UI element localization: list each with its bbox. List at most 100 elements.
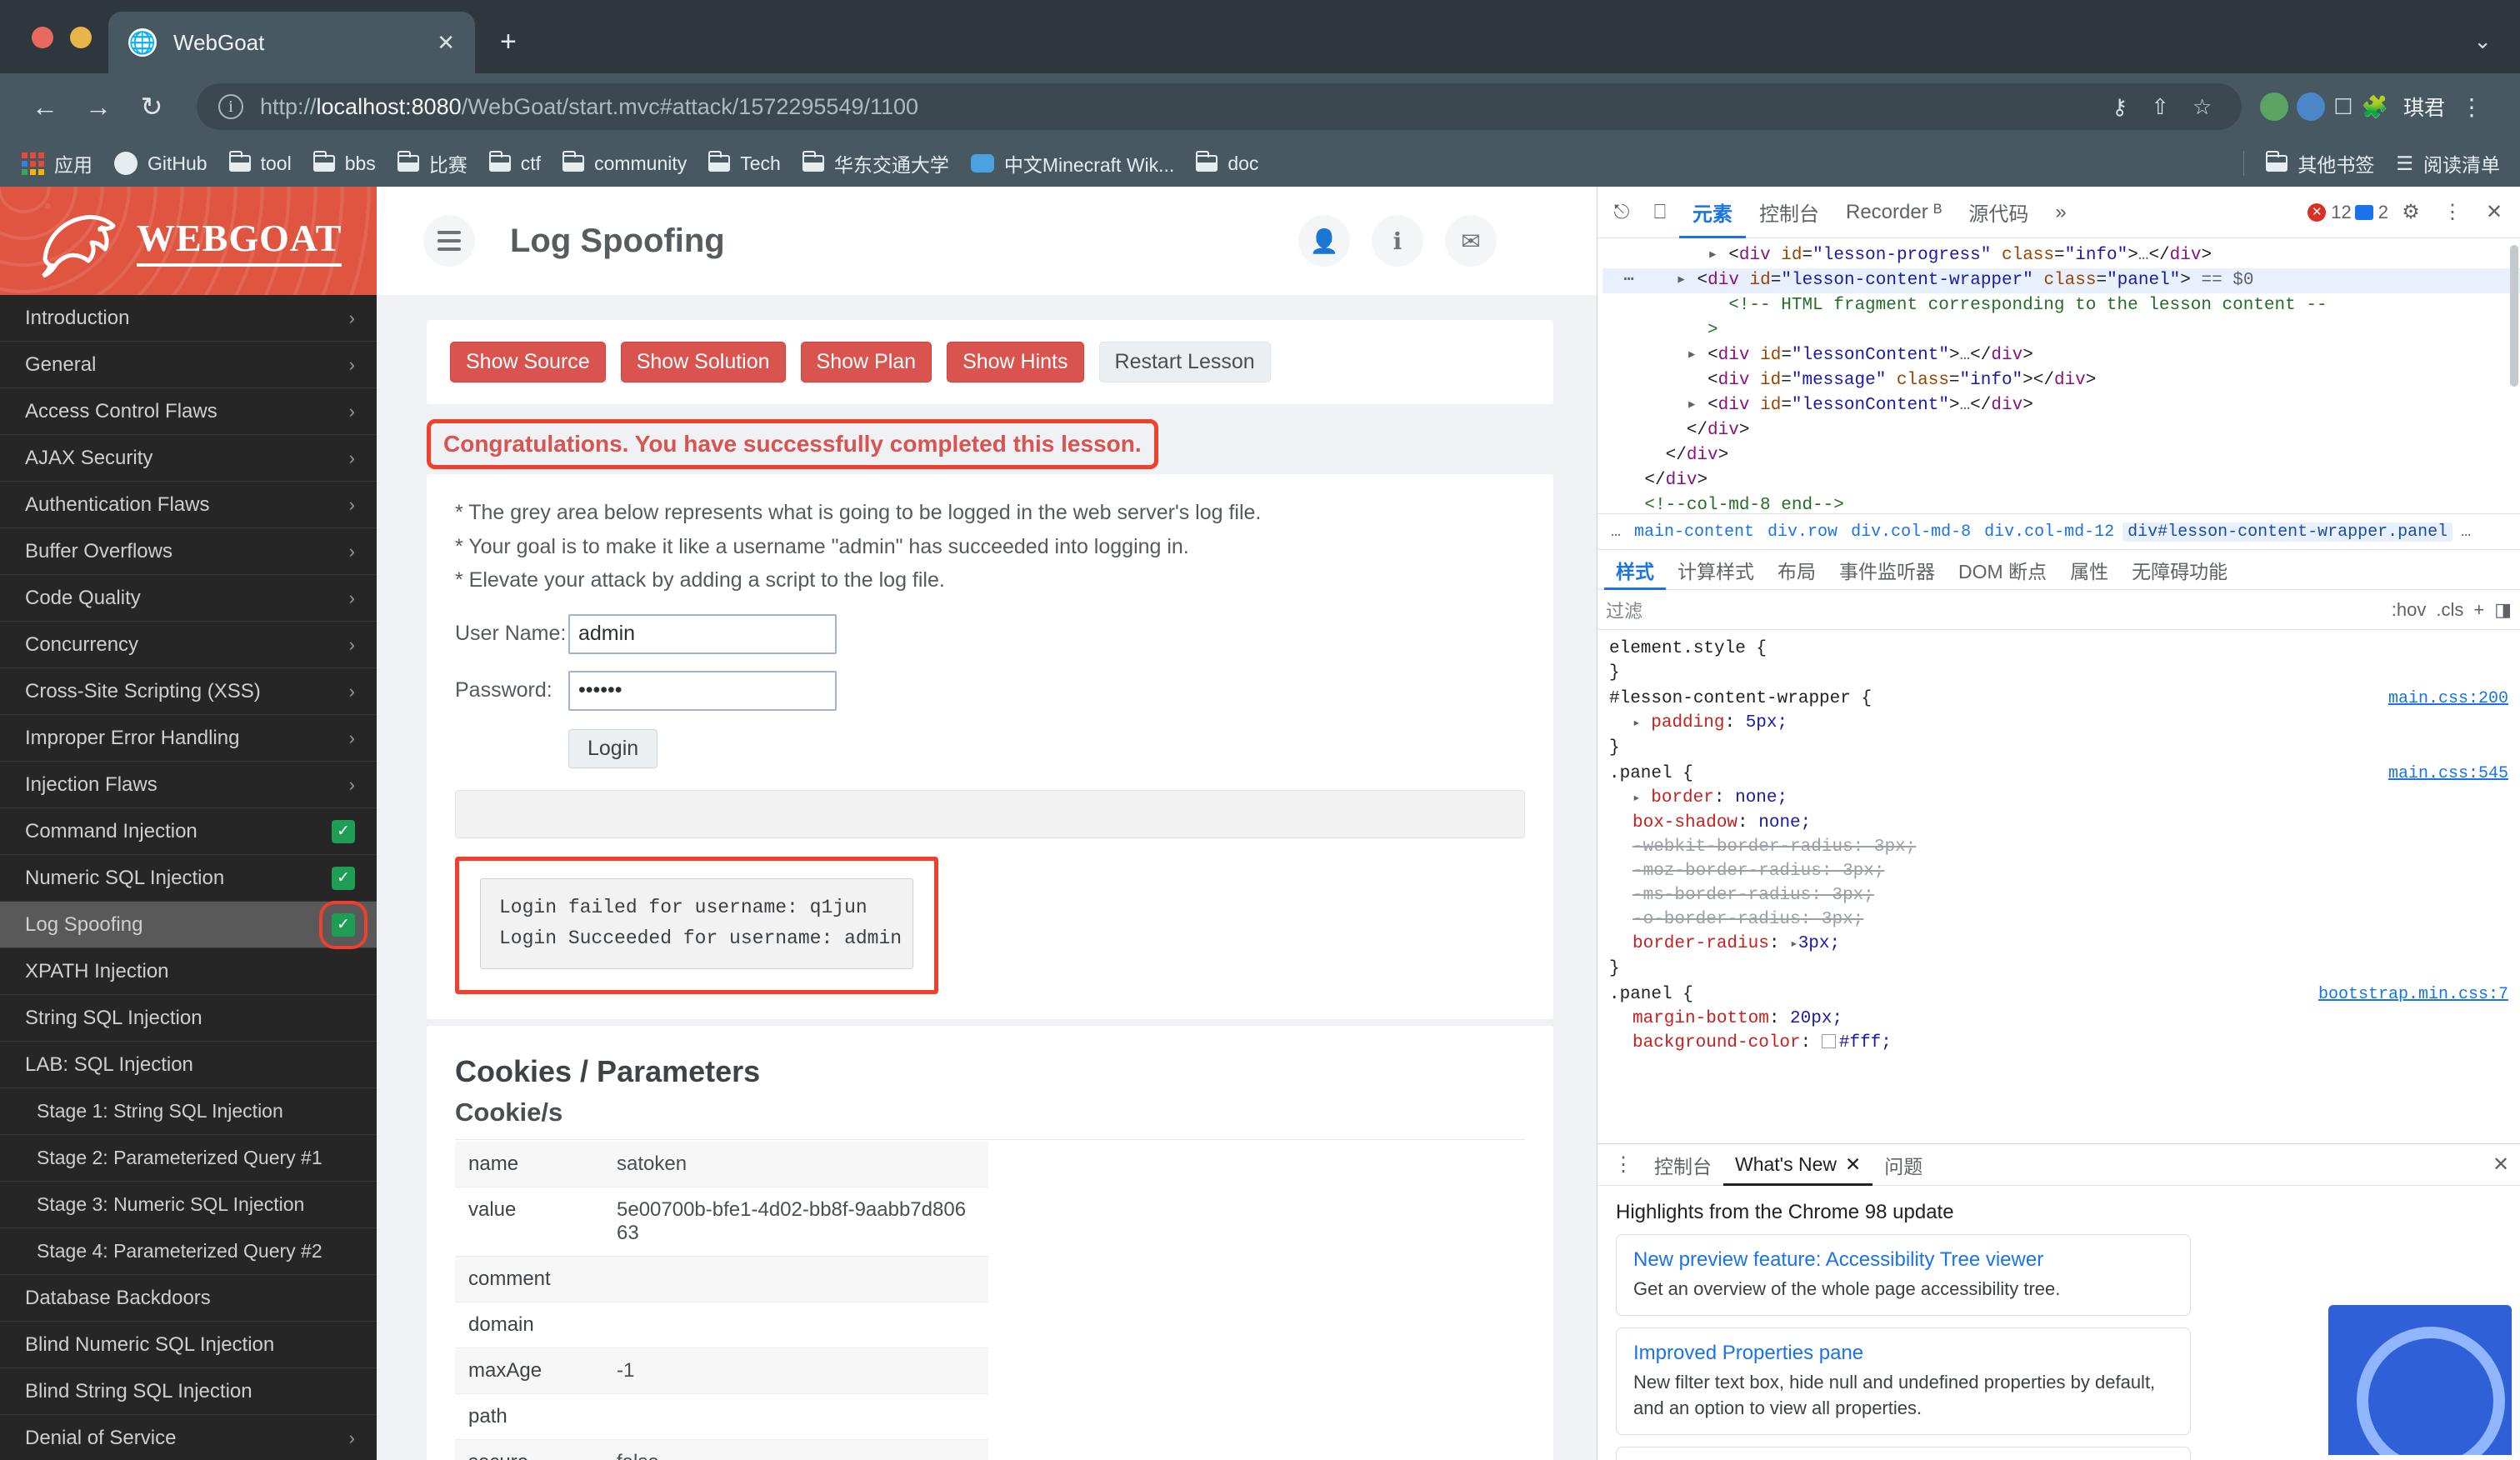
restart-lesson-button[interactable]: Restart Lesson: [1098, 342, 1271, 382]
css-property[interactable]: padding: [1651, 713, 1724, 732]
profile-name[interactable]: 琪君: [2397, 92, 2452, 122]
sidebar-item-blind-string-sql-injection[interactable]: Blind String SQL Injection: [0, 1368, 377, 1415]
sidebar-item-improper-error-handling[interactable]: Improper Error Handling ›: [0, 715, 377, 762]
sidebar-item-authentication-flaws[interactable]: Authentication Flaws ›: [0, 482, 377, 528]
sidebar-item-database-backdoors[interactable]: Database Backdoors: [0, 1275, 377, 1322]
sidebar-item-blind-numeric-sql-injection[interactable]: Blind Numeric SQL Injection: [0, 1322, 377, 1368]
css-rule-lesson-content-wrapper[interactable]: #lesson-content-wrapper {main.css:200 ▸ …: [1609, 687, 2508, 760]
sidebar-item-concurrency[interactable]: Concurrency ›: [0, 622, 377, 668]
dom-line[interactable]: <!-- HTML fragment corresponding to the …: [1602, 293, 2520, 318]
sidebar-item-denial-of-service[interactable]: Denial of Service ›: [0, 1415, 377, 1460]
username-input[interactable]: [568, 613, 837, 654]
sidebar-item-injection-flaws[interactable]: Injection Flaws ›: [0, 762, 377, 808]
bookmark-apps[interactable]: 应用: [22, 149, 92, 178]
css-source-link[interactable]: main.css:545: [2388, 762, 2508, 786]
css-rule-panel-main[interactable]: .panel {main.css:545 ▸ border: none; box…: [1609, 762, 2508, 981]
expand-arrow-icon[interactable]: ▸: [1790, 937, 1798, 952]
breadcrumb-item[interactable]: div.col-md-8: [1846, 522, 1976, 542]
whats-new-card[interactable]: New Back/forward Cache pane: [1616, 1447, 2191, 1460]
css-value[interactable]: 5px;: [1746, 713, 1788, 732]
extension-icon-2[interactable]: [2297, 92, 2326, 121]
breadcrumb[interactable]: … main-content div.row div.col-md-8 div.…: [1598, 513, 2520, 550]
sidebar-item-stage-3[interactable]: Stage 3: Numeric SQL Injection: [0, 1182, 377, 1228]
menu-icon[interactable]: [423, 215, 475, 267]
tab-styles[interactable]: 样式: [1604, 550, 1666, 590]
drawer-tab-console[interactable]: 控制台: [1642, 1144, 1723, 1186]
login-button[interactable]: Login: [568, 728, 658, 768]
css-declaration-overridden[interactable]: -moz-border-radius: 3px;: [1609, 859, 2508, 883]
show-source-button[interactable]: Show Source: [450, 342, 606, 382]
bookmark-tech[interactable]: Tech: [708, 151, 781, 175]
css-property[interactable]: box-shadow: [1632, 813, 1738, 832]
tab-dom-breakpoints[interactable]: DOM 断点: [1947, 550, 2058, 590]
bookmark-ctf[interactable]: ctf: [488, 151, 541, 175]
whats-new-heading[interactable]: New preview feature: Accessibility Tree …: [1633, 1248, 2173, 1272]
inspect-icon[interactable]: ⎋: [1602, 201, 1641, 224]
css-source-link[interactable]: bootstrap.min.css:7: [2318, 982, 2508, 1007]
chevron-down-icon[interactable]: ⌄: [2473, 28, 2492, 54]
close-icon[interactable]: ✕: [1845, 1153, 1861, 1176]
kebab-menu-icon[interactable]: ⋮: [2460, 93, 2505, 121]
breadcrumb-item[interactable]: …: [2456, 522, 2476, 542]
dom-line-selected[interactable]: ⋯ ▸ <div id="lesson-content-wrapper" cla…: [1602, 268, 2520, 293]
bookmark-huadong[interactable]: 华东交通大学: [802, 149, 949, 178]
address-bar[interactable]: i http://localhost:8080/WebGoat/start.mv…: [197, 83, 2242, 130]
browser-tab-webgoat[interactable]: 🌐 WebGoat ✕: [108, 12, 475, 73]
color-swatch[interactable]: [1821, 1034, 1836, 1048]
reload-button[interactable]: ↻: [125, 91, 178, 122]
bookmark-other-bookmarks[interactable]: 其他书签: [2266, 149, 2374, 178]
sidebar-item-introduction[interactable]: Introduction ›: [0, 295, 377, 342]
dom-line[interactable]: <div id="message" class="info"></div>: [1602, 368, 2520, 393]
bookmark-bbs[interactable]: bbs: [312, 151, 376, 175]
sidebar-item-general[interactable]: General ›: [0, 342, 377, 388]
dom-scrollbar[interactable]: [2510, 245, 2518, 387]
sidebar-item-log-spoofing[interactable]: Log Spoofing ✓: [0, 900, 377, 949]
sidebar-item-command-injection[interactable]: Command Injection ✓: [0, 808, 377, 855]
dom-line[interactable]: ▸ <div id="lessonContent">…</div>: [1602, 393, 2520, 418]
share-icon[interactable]: ⇧: [2142, 94, 2178, 120]
bookmark-doc[interactable]: doc: [1196, 151, 1258, 175]
sidebar-item-buffer-overflows[interactable]: Buffer Overflows ›: [0, 528, 377, 575]
hov-toggle[interactable]: :hov: [2392, 599, 2427, 621]
show-plan-button[interactable]: Show Plan: [800, 342, 932, 382]
sidebar-item-code-quality[interactable]: Code Quality ›: [0, 575, 377, 622]
tab-sources[interactable]: 源代码: [1955, 187, 2042, 238]
minimize-window-button[interactable]: [70, 27, 92, 48]
breadcrumb-item[interactable]: …: [1606, 522, 1626, 542]
device-toolbar-icon[interactable]: ⎕: [1641, 201, 1679, 224]
user-icon[interactable]: 👤: [1298, 215, 1350, 267]
bookmark-bisai[interactable]: 比赛: [397, 149, 468, 178]
css-rule-panel-bootstrap[interactable]: .panel {bootstrap.min.css:7 margin-botto…: [1609, 982, 2508, 1055]
css-property[interactable]: border-radius: [1632, 934, 1769, 953]
css-value[interactable]: #fff;: [1839, 1033, 1892, 1052]
css-value[interactable]: 20px;: [1790, 1009, 1842, 1028]
sidebar-item-access-control-flaws[interactable]: Access Control Flaws ›: [0, 388, 377, 435]
sidebar-item-stage-1[interactable]: Stage 1: String SQL Injection: [0, 1088, 377, 1135]
tab-recorder[interactable]: Recorder ᴮ: [1832, 187, 1955, 238]
drawer-tab-whats-new[interactable]: What's New ✕: [1723, 1144, 1872, 1186]
bookmark-star-icon[interactable]: ☆: [2184, 94, 2220, 120]
dom-line[interactable]: >: [1602, 318, 2520, 343]
new-rule-button[interactable]: +: [2473, 599, 2484, 621]
css-property[interactable]: border: [1651, 788, 1714, 808]
styles-pane[interactable]: element.style { } #lesson-content-wrappe…: [1598, 630, 2520, 1130]
expand-arrow-icon[interactable]: ▸: [1632, 791, 1641, 806]
whats-new-card[interactable]: New preview feature: Accessibility Tree …: [1616, 1234, 2191, 1317]
gear-icon[interactable]: ⚙: [2392, 200, 2430, 224]
tab-accessibility[interactable]: 无障碍功能: [2120, 550, 2239, 590]
filter-input[interactable]: 过滤: [1606, 597, 2392, 623]
info-icon[interactable]: ℹ: [1372, 215, 1423, 267]
sidebar-item-stage-4[interactable]: Stage 4: Parameterized Query #2: [0, 1228, 377, 1275]
password-input[interactable]: [568, 670, 837, 711]
sidebar-item-xpath-injection[interactable]: XPATH Injection: [0, 948, 377, 995]
sidebar-item-ajax-security[interactable]: AJAX Security ›: [0, 435, 377, 482]
bookmark-github[interactable]: GitHub: [114, 152, 208, 175]
key-icon[interactable]: ⚷: [2103, 94, 2136, 120]
sidebar-item-xss[interactable]: Cross-Site Scripting (XSS) ›: [0, 668, 377, 715]
expand-arrow-icon[interactable]: ▸: [1632, 716, 1641, 731]
dom-line[interactable]: </div>: [1602, 443, 2520, 468]
dom-line[interactable]: </div>: [1602, 418, 2520, 443]
dom-line[interactable]: ▸ <div id="lesson-progress" class="info"…: [1602, 243, 2520, 268]
back-button[interactable]: ←: [18, 92, 72, 122]
bookmark-community[interactable]: community: [562, 151, 687, 175]
